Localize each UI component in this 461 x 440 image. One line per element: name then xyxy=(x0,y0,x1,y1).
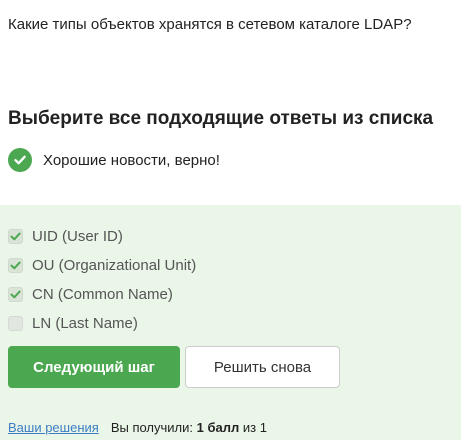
option-ln[interactable]: LN (Last Name) xyxy=(8,309,196,338)
score-value: 1 балл xyxy=(196,420,240,435)
option-ou[interactable]: OU (Organizational Unit) xyxy=(8,251,196,280)
received-label: Вы получили: xyxy=(110,420,194,435)
checkbox-checked[interactable] xyxy=(8,287,23,302)
option-cn[interactable]: CN (Common Name) xyxy=(8,280,196,309)
checkbox-unchecked[interactable] xyxy=(8,316,23,331)
check-circle-icon xyxy=(8,148,32,172)
option-label: CN (Common Name) xyxy=(32,286,173,303)
solve-again-button[interactable]: Решить снова xyxy=(185,346,340,388)
answer-panel: UID (User ID) OU (Organizational Unit) C… xyxy=(0,205,461,440)
option-label: UID (User ID) xyxy=(32,228,123,245)
checkbox-checked[interactable] xyxy=(8,258,23,273)
option-label: LN (Last Name) xyxy=(32,315,138,332)
option-uid[interactable]: UID (User ID) xyxy=(8,222,196,251)
question-text: Какие типы объектов хранятся в сетевом к… xyxy=(8,16,412,33)
your-solutions-link[interactable]: Ваши решения xyxy=(8,420,99,435)
next-step-button[interactable]: Следующий шаг xyxy=(8,346,180,388)
option-label: OU (Organizational Unit) xyxy=(32,257,197,274)
options-list: UID (User ID) OU (Organizational Unit) C… xyxy=(8,222,196,338)
result-footer: Ваши решения Вы получили: 1 балл из 1 xyxy=(8,420,267,435)
score-of: из 1 xyxy=(242,420,267,435)
feedback-text: Хорошие новости, верно! xyxy=(43,151,220,169)
instruction-heading: Выберите все подходящие ответы из списка xyxy=(8,108,434,129)
feedback-message: Хорошие новости, верно! xyxy=(8,148,220,172)
checkbox-checked[interactable] xyxy=(8,229,23,244)
